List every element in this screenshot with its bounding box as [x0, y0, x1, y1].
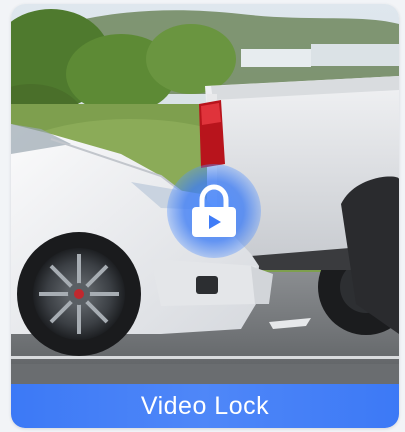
card-title: Video Lock — [140, 391, 270, 420]
video-lock-card[interactable]: Video Lock — [11, 4, 399, 428]
lock-play-icon[interactable] — [167, 164, 261, 258]
title-bar: Video Lock — [11, 384, 399, 428]
